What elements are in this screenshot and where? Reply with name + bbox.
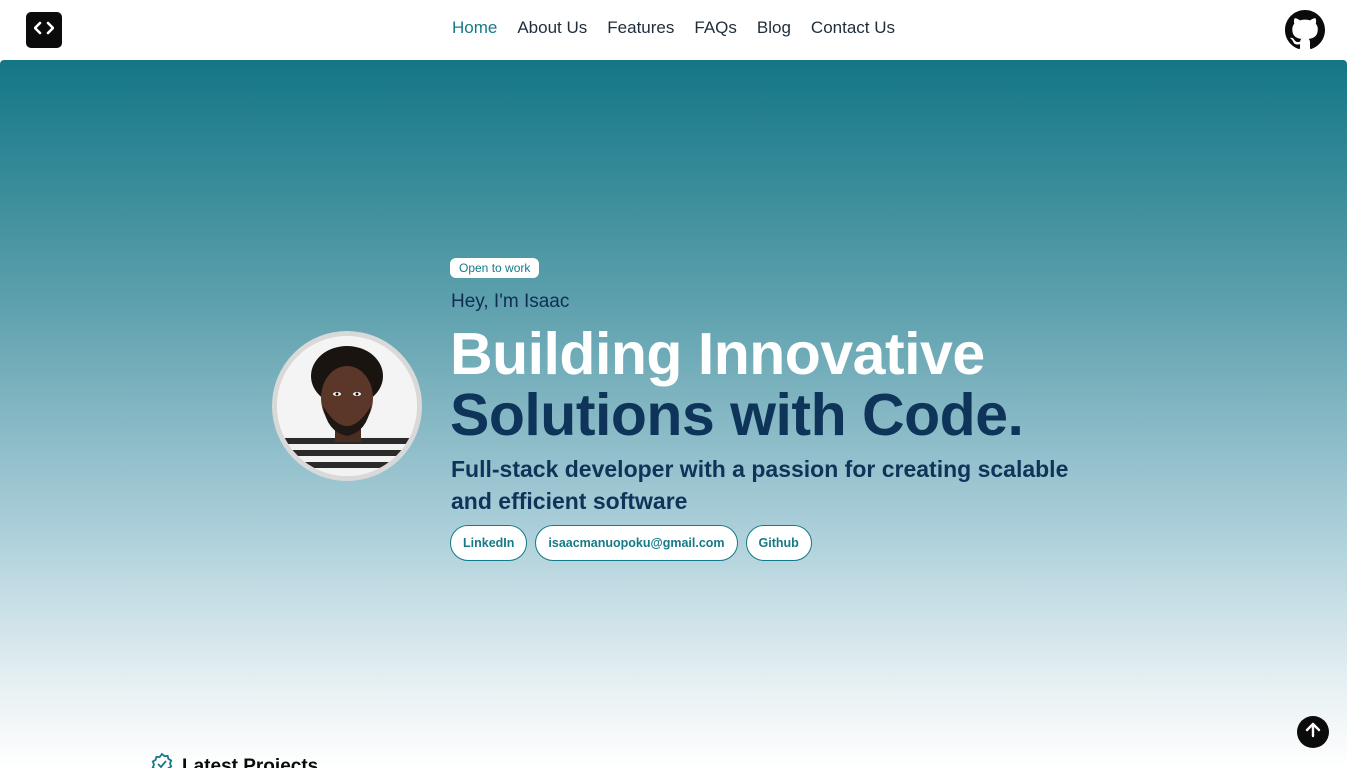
nav-about-us[interactable]: About Us [517, 18, 587, 38]
site-header: Home About Us Features FAQs Blog Contact… [0, 0, 1347, 60]
hero-headline: Building Innovative Solutions with Code. [450, 321, 1024, 448]
latest-projects-heading: Latest Projects [150, 752, 318, 768]
github-button[interactable]: Github [745, 525, 812, 561]
status-badge: Open to work [450, 258, 540, 278]
badge-check-icon [150, 752, 174, 768]
email-button[interactable]: isaacmanuopoku@gmail.com [535, 525, 738, 561]
avatar [272, 331, 422, 481]
scroll-to-top-button[interactable] [1297, 716, 1329, 748]
nav-contact-us[interactable]: Contact Us [811, 18, 895, 38]
greeting: Hey, I'm Isaac [451, 291, 570, 312]
nav-features[interactable]: Features [607, 18, 674, 38]
section-title: Latest Projects [182, 755, 319, 768]
headline-line-1: Building Innovative [450, 321, 985, 387]
linkedin-button[interactable]: LinkedIn [450, 525, 528, 561]
nav-faqs[interactable]: FAQs [694, 18, 737, 38]
nav-blog[interactable]: Blog [757, 18, 791, 38]
arrow-up-icon [1304, 721, 1322, 744]
github-link[interactable] [1285, 10, 1325, 50]
contact-links: LinkedIn isaacmanuopoku@gmail.com Github [450, 525, 812, 561]
nav-home[interactable]: Home [452, 18, 497, 38]
hero-subtitle: Full-stack developer with a passion for … [451, 456, 1069, 514]
headline-line-2: Solutions with Code. [450, 382, 1024, 448]
main-nav: Home About Us Features FAQs Blog Contact… [0, 18, 1347, 38]
github-icon [1285, 10, 1325, 54]
